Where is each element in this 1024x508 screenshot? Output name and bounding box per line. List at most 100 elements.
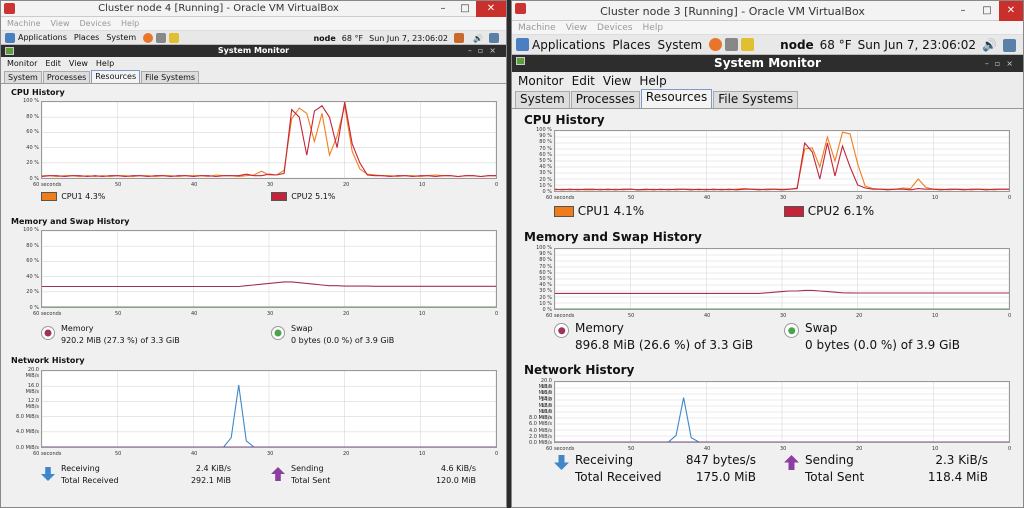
menu-edit[interactable]: Edit xyxy=(45,59,61,68)
maximize-button[interactable]: □ xyxy=(454,1,476,17)
cpu2-legend[interactable]: CPU2 6.1% xyxy=(784,204,874,218)
volume-icon[interactable]: 🔊 xyxy=(473,34,483,43)
x-tick-label: 50 xyxy=(628,313,635,319)
cpu2-legend-label: CPU2 6.1% xyxy=(807,204,875,218)
email-icon[interactable] xyxy=(156,32,167,43)
cpu2-legend-swatch[interactable] xyxy=(271,192,288,201)
vb-menu-devices[interactable]: Devices xyxy=(597,23,632,33)
vb-titlebar: Cluster node 4 [Running] - Oracle VM Vir… xyxy=(1,1,506,17)
window-title: Cluster node 3 [Running] - Oracle VM Vir… xyxy=(600,5,865,18)
vb-menu-machine[interactable]: Machine xyxy=(7,19,41,28)
email-icon[interactable] xyxy=(725,38,739,51)
notes-icon[interactable] xyxy=(741,38,755,51)
receiving-total-value: 292.1 MiB xyxy=(190,476,231,485)
places-menu[interactable]: Places xyxy=(612,38,650,52)
y-tick-label: 80 % xyxy=(539,257,552,264)
x-tick-label: 10 xyxy=(932,313,939,319)
menu-help[interactable]: Help xyxy=(96,59,114,68)
x-tick-label: 50 xyxy=(628,195,635,201)
clock[interactable]: Sun Jun 7, 23:06:02 xyxy=(858,38,976,52)
minimize-button[interactable]: – xyxy=(951,1,975,21)
clock[interactable]: Sun Jun 7, 23:06:02 xyxy=(369,34,448,43)
y-tick-label: 4.0 MiB/s xyxy=(16,429,39,436)
memory-label: Memory xyxy=(61,324,94,333)
vb-menubar: Machine View Devices Help xyxy=(1,17,506,31)
firefox-icon[interactable] xyxy=(143,32,154,43)
x-tick-label: 30 xyxy=(267,451,274,457)
maximize-button[interactable]: □ xyxy=(975,1,999,21)
tab-processes[interactable]: Processes xyxy=(570,91,640,108)
memory-pie-icon[interactable] xyxy=(554,323,569,338)
vb-menu-view[interactable]: View xyxy=(51,19,70,28)
close-button[interactable]: ✕ xyxy=(476,1,506,17)
receiving-rate-value: 847 bytes/s xyxy=(685,453,756,467)
tab-processes[interactable]: Processes xyxy=(42,71,91,83)
tab-system[interactable]: System xyxy=(4,71,42,83)
x-tick-label: 40 xyxy=(704,446,711,452)
x-tick-label: 40 xyxy=(191,182,198,188)
cpu-history-graph xyxy=(41,101,497,179)
sending-arrow-shape xyxy=(784,455,799,470)
applications-menu[interactable]: Applications xyxy=(18,33,67,42)
x-tick-label: 60 seconds xyxy=(33,182,62,188)
weather-temp[interactable]: 68 °F xyxy=(820,38,852,52)
receiving-arrow-polygon xyxy=(554,455,569,470)
menu-view[interactable]: View xyxy=(603,74,631,88)
memory-pie-icon[interactable] xyxy=(41,326,55,340)
weather-temp[interactable]: 68 °F xyxy=(342,34,363,43)
window-controls[interactable]: –▫× xyxy=(985,55,1019,72)
notes-icon[interactable] xyxy=(169,32,180,43)
swap-pie-icon[interactable] xyxy=(271,326,285,340)
vb-menu-help[interactable]: Help xyxy=(643,23,664,33)
sending-rate-label: Sending xyxy=(291,464,324,473)
menu-edit[interactable]: Edit xyxy=(572,74,595,88)
system-menu[interactable]: System xyxy=(657,38,702,52)
vb-menu-devices[interactable]: Devices xyxy=(79,19,111,28)
vb-menu-help[interactable]: Help xyxy=(121,19,139,28)
tab-file-systems[interactable]: File Systems xyxy=(141,71,200,83)
firefox-icon[interactable] xyxy=(709,38,723,51)
volume-icon[interactable]: 🔊 xyxy=(982,38,997,52)
menu-monitor[interactable]: Monitor xyxy=(518,74,564,88)
vb-menu-machine[interactable]: Machine xyxy=(518,23,556,33)
tab-resources[interactable]: Resources xyxy=(640,89,713,108)
network-icon[interactable] xyxy=(489,33,499,43)
y-tick-label: 30 % xyxy=(539,170,552,177)
y-tick-label: 100 % xyxy=(23,98,39,104)
vb-menu-view[interactable]: View xyxy=(566,23,587,33)
swap-label: Swap xyxy=(291,324,313,333)
tab-resources[interactable]: Resources xyxy=(91,70,141,83)
tab-file-systems[interactable]: File Systems xyxy=(713,91,799,108)
cpu2-legend-swatch[interactable] xyxy=(784,205,804,217)
system-monitor-titlebar: System Monitor –▫× xyxy=(1,45,506,57)
tab-system[interactable]: System xyxy=(515,91,570,108)
cpu1-legend-swatch[interactable] xyxy=(554,205,574,217)
y-tick-label: 20 % xyxy=(26,160,39,167)
network-history-heading: Network History xyxy=(524,363,635,377)
y-tick-label: 6.0 MiB/s xyxy=(529,421,552,428)
menu-view[interactable]: View xyxy=(69,59,88,68)
menu-help[interactable]: Help xyxy=(639,74,666,88)
swap-pie-icon[interactable] xyxy=(784,323,799,338)
receiving-total-label: Total Received xyxy=(575,470,662,484)
menu-monitor[interactable]: Monitor xyxy=(7,59,37,68)
x-tick-label: 20 xyxy=(856,446,863,452)
x-tick-label: 60 seconds xyxy=(33,311,62,317)
cpu1-legend[interactable]: CPU1 4.3% xyxy=(41,192,105,201)
network-history-heading: Network History xyxy=(11,356,85,365)
cpu2-legend[interactable]: CPU2 5.1% xyxy=(271,192,335,201)
network-icon[interactable] xyxy=(1003,38,1016,52)
receiving-rate-value: 2.4 KiB/s xyxy=(195,464,231,473)
places-menu[interactable]: Places xyxy=(74,33,99,42)
cpu1-legend-swatch[interactable] xyxy=(41,192,58,201)
y-tick-label: 2.0 MiB/s xyxy=(529,433,552,440)
sending-total-label: Total Sent xyxy=(805,470,865,484)
window-controls[interactable]: –▫× xyxy=(468,45,502,57)
minimize-button[interactable]: – xyxy=(432,1,454,17)
close-button[interactable]: ✕ xyxy=(999,1,1023,21)
applications-menu[interactable]: Applications xyxy=(532,38,605,52)
y-tick-label: 8.0 MiB/s xyxy=(16,413,39,420)
update-icon[interactable] xyxy=(454,33,465,43)
system-menu[interactable]: System xyxy=(106,33,136,42)
cpu1-legend[interactable]: CPU1 4.1% xyxy=(554,204,644,218)
